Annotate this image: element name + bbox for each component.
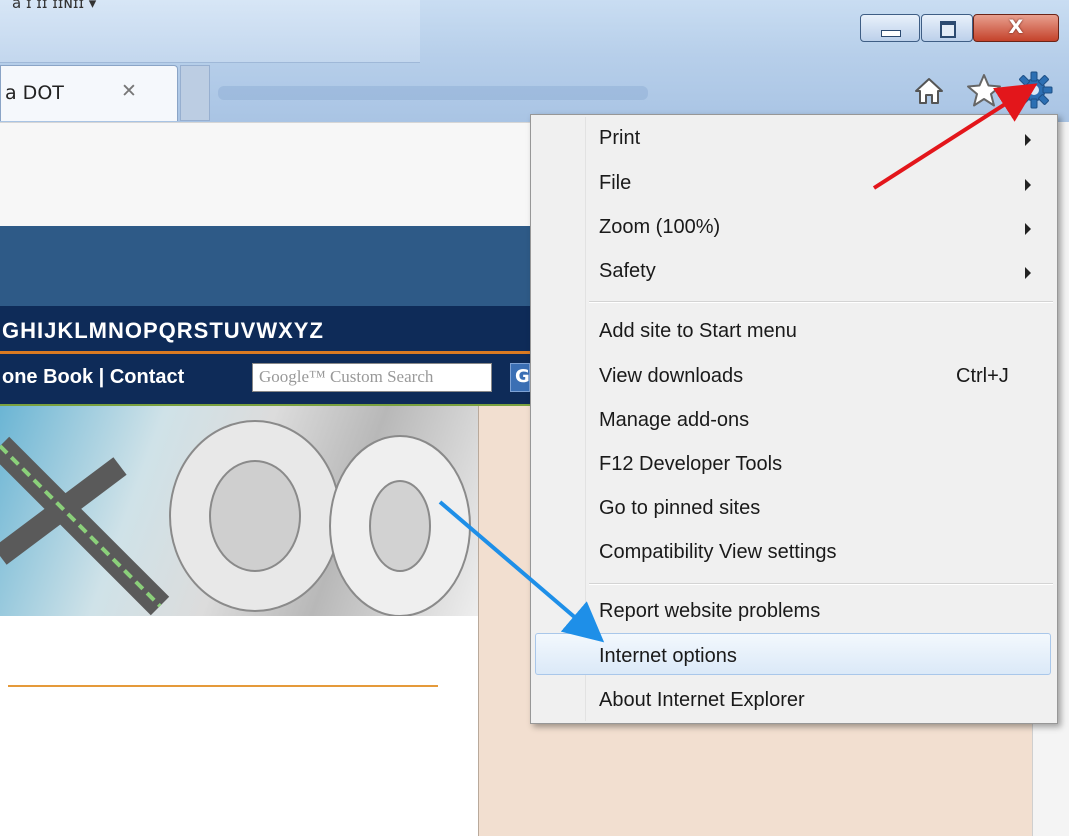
menu-item-zoom[interactable]: Zoom (100%) bbox=[599, 216, 720, 239]
alphabet-index[interactable]: GHIJKLMNOPQRSTUVWXYZ bbox=[2, 318, 324, 344]
maximize-button[interactable] bbox=[921, 14, 973, 42]
new-tab-button[interactable] bbox=[180, 65, 210, 121]
menu-item-add-site-to-start-menu[interactable]: Add site to Start menu bbox=[599, 320, 797, 343]
menu-item-internet-options[interactable]: Internet options bbox=[599, 645, 737, 668]
search-placeholder: Google™ Custom Search bbox=[259, 367, 434, 386]
menu-icon-column bbox=[533, 117, 586, 721]
browser-tab[interactable]: a DOT ✕ bbox=[0, 65, 178, 121]
hero-image bbox=[0, 406, 478, 616]
title-strip: a ɪ ɪɪ ɪɪɴɪɪ ▾ bbox=[0, 0, 420, 63]
menu-item-go-to-pinned-sites[interactable]: Go to pinned sites bbox=[599, 497, 760, 520]
tools-menu: Print File Zoom (100%) Safety Add site t… bbox=[530, 114, 1058, 724]
menu-item-compatibility-view-settings[interactable]: Compatibility View settings bbox=[599, 541, 837, 564]
menu-separator bbox=[589, 301, 1053, 303]
minimize-button[interactable] bbox=[860, 14, 920, 42]
nav-links[interactable]: one Book | Contact bbox=[2, 366, 184, 389]
tab-close-icon[interactable]: ✕ bbox=[121, 80, 137, 102]
home-icon[interactable] bbox=[914, 76, 944, 106]
page-header-band bbox=[0, 122, 530, 228]
titlebar-text: a ɪ ɪɪ ɪɪɴɪɪ ▾ bbox=[12, 0, 97, 12]
menu-item-view-downloads[interactable]: View downloads bbox=[599, 365, 743, 388]
close-window-button[interactable]: X bbox=[973, 14, 1059, 42]
menu-item-about-internet-explorer[interactable]: About Internet Explorer bbox=[599, 689, 805, 712]
view-downloads-shortcut: Ctrl+J bbox=[956, 365, 1009, 387]
submenu-arrow-icon bbox=[1025, 134, 1031, 146]
menu-item-manage-add-ons[interactable]: Manage add-ons bbox=[599, 409, 749, 432]
menu-item-safety[interactable]: Safety bbox=[599, 260, 656, 283]
tab-title: a DOT bbox=[5, 82, 64, 104]
menu-item-print[interactable]: Print bbox=[599, 127, 640, 150]
close-icon: X bbox=[1008, 16, 1024, 38]
tab-bar-blur bbox=[218, 86, 648, 100]
submenu-arrow-icon bbox=[1025, 223, 1031, 235]
site-banner bbox=[0, 226, 530, 306]
menu-item-report-website-problems[interactable]: Report website problems bbox=[599, 600, 820, 623]
menu-separator bbox=[589, 583, 1053, 585]
submenu-arrow-icon bbox=[1025, 179, 1031, 191]
hero-illustration bbox=[0, 420, 471, 616]
menu-item-file[interactable]: File bbox=[599, 172, 631, 195]
search-input[interactable]: Google™ Custom Search bbox=[252, 363, 492, 392]
gear-icon[interactable] bbox=[1014, 70, 1054, 110]
submenu-arrow-icon bbox=[1025, 267, 1031, 279]
star-icon[interactable] bbox=[966, 72, 1002, 108]
content-divider bbox=[8, 685, 438, 687]
search-button-label: G bbox=[515, 366, 530, 387]
search-button[interactable]: G bbox=[510, 363, 530, 392]
menu-item-f12-developer-tools[interactable]: F12 Developer Tools bbox=[599, 453, 782, 476]
